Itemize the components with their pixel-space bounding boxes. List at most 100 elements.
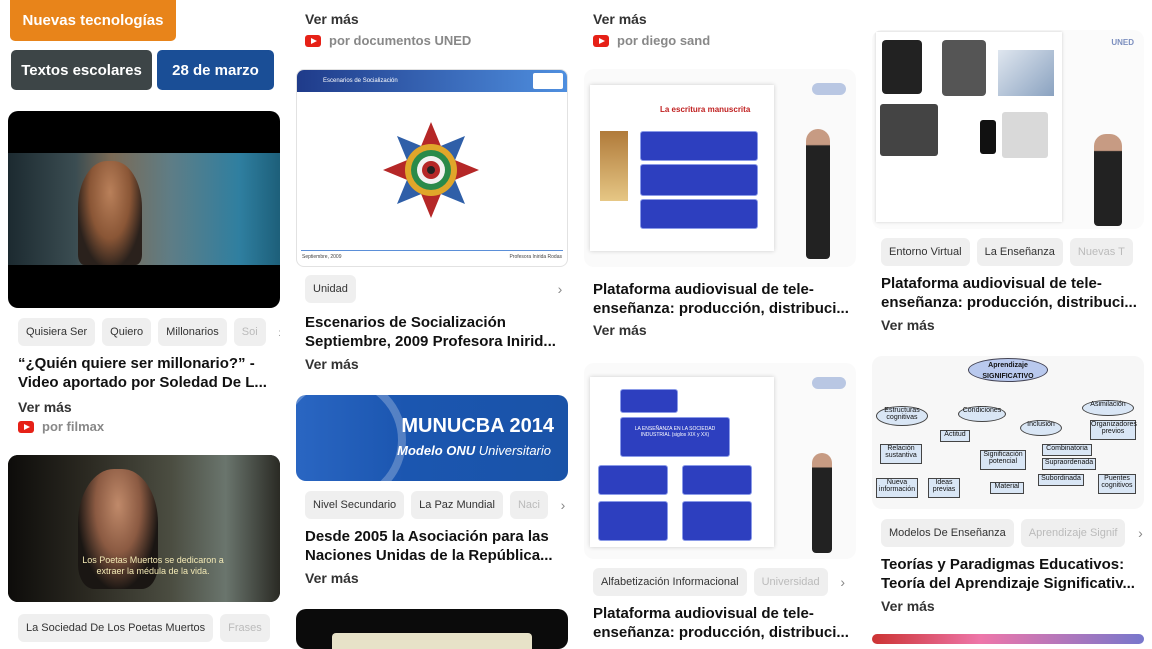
next-thumbnail[interactable] xyxy=(296,609,568,649)
banner-subtitle-bold: Modelo ONU xyxy=(397,443,476,458)
mandala-graphic xyxy=(383,122,479,218)
chevron-right-icon[interactable]: › xyxy=(835,568,851,596)
manuscript-image xyxy=(600,131,628,201)
concept-node: Condiciones xyxy=(958,406,1006,422)
banner-subtitle-rest: Universitario xyxy=(475,443,551,458)
concept-map-thumbnail[interactable]: Aprendizaje SIGNIFICATIVO Estructuras co… xyxy=(872,356,1144,509)
concept-node: Puentes cognitivos xyxy=(1098,474,1136,494)
video-thumbnail[interactable]: LA ENSEÑANZA EN LA SOCIEDAD INDUSTRIAL (… xyxy=(584,363,856,559)
un-emblem xyxy=(296,395,406,481)
tag-chip[interactable]: La Enseñanza xyxy=(976,238,1063,266)
chevron-right-icon[interactable]: › xyxy=(555,491,568,519)
tag-chip[interactable]: Modelos De Enseñanza xyxy=(881,519,1014,547)
tag-chip[interactable]: Entorno Virtual xyxy=(881,238,970,266)
concept-node: Material xyxy=(990,482,1024,494)
ver-mas-link[interactable]: Ver más xyxy=(593,322,647,338)
card-title[interactable]: Teorías y Paradigmas Educativos: Teoría … xyxy=(881,555,1144,593)
card-tags: Alfabetización Informacional Universidad… xyxy=(593,568,856,596)
next-thumbnail-content xyxy=(332,633,532,649)
card-tags: Entorno Virtual La Enseñanza Nuevas T › xyxy=(881,238,1144,266)
uned-logo xyxy=(812,83,846,95)
source-byline[interactable]: por documentos UNED xyxy=(305,33,471,48)
concept-map-root: Aprendizaje SIGNIFICATIVO xyxy=(968,358,1048,382)
presenter-figure xyxy=(1094,134,1122,226)
tag-28-de-marzo[interactable]: 28 de marzo xyxy=(157,50,274,90)
video-thumbnail[interactable]: La escritura manuscrita xyxy=(584,69,856,267)
card-title[interactable]: Plataforma audiovisual de tele-enseñanza… xyxy=(593,280,856,318)
slide-text-box xyxy=(598,465,668,495)
slide-text-box xyxy=(640,199,758,229)
slide-panel: LA ENSEÑANZA EN LA SOCIEDAD INDUSTRIAL (… xyxy=(590,377,774,547)
youtube-icon xyxy=(593,34,609,47)
ver-mas-link[interactable]: Ver más xyxy=(881,317,935,333)
slide-footer-left: Septiembre, 2009 xyxy=(302,254,342,260)
chevron-right-icon[interactable]: › xyxy=(1132,519,1144,547)
tag-chip[interactable]: Universidad xyxy=(753,568,828,596)
device-image xyxy=(980,120,996,154)
concept-node: Estructuras cognitivas xyxy=(876,406,928,426)
slide-text-box xyxy=(682,465,752,495)
card-title[interactable]: “¿Quién quiere ser millonario?” - Video … xyxy=(18,354,280,392)
tag-chip[interactable]: La Sociedad De Los Poetas Muertos xyxy=(18,614,214,642)
chevron-right-icon[interactable]: › xyxy=(277,614,280,642)
ver-mas-link[interactable]: Ver más xyxy=(593,11,647,27)
tag-chip[interactable]: Millonarios xyxy=(158,318,227,346)
card-tags: Nivel Secundario La Paz Mundial Naci › xyxy=(305,491,568,519)
youtube-icon xyxy=(18,420,34,433)
video-thumbnail[interactable]: Los Poetas Muertos se dedicaron a extrae… xyxy=(8,455,280,602)
source-byline[interactable]: por filmax xyxy=(18,419,104,434)
card-title[interactable]: Plataforma audiovisual de tele-enseñanza… xyxy=(881,274,1144,312)
video-thumbnail[interactable]: UNED xyxy=(872,30,1144,229)
boy-figure xyxy=(78,161,142,265)
tag-chip[interactable]: Unidad xyxy=(305,275,356,303)
tag-chip[interactable]: Nuevas T xyxy=(1069,238,1133,266)
ver-mas-link[interactable]: Ver más xyxy=(881,598,935,614)
concept-node: Relación sustantiva xyxy=(880,444,922,464)
ver-mas-link[interactable]: Ver más xyxy=(305,356,359,372)
concept-node: Combinatoria xyxy=(1042,444,1092,456)
tag-chip[interactable]: Frases xyxy=(220,614,270,642)
video-thumbnail[interactable] xyxy=(8,111,280,308)
concept-node: Inclusión xyxy=(1020,420,1062,436)
ver-mas-link[interactable]: Ver más xyxy=(305,11,359,27)
banner-subtitle: Modelo ONU Universitario xyxy=(374,443,551,458)
source-byline[interactable]: por diego sand xyxy=(593,33,710,48)
card-tags: Modelos De Enseñanza Aprendizaje Signif … xyxy=(881,519,1144,547)
presenter-figure xyxy=(812,453,832,553)
ver-mas-link[interactable]: Ver más xyxy=(305,570,359,586)
video-frame xyxy=(8,153,280,265)
next-thumbnail[interactable] xyxy=(872,634,1144,644)
slide-footer-rule xyxy=(301,250,563,251)
tag-chip[interactable]: La Paz Mundial xyxy=(411,491,503,519)
card-title[interactable]: Escenarios de Socialización Septiembre, … xyxy=(305,313,568,351)
ver-mas-link[interactable]: Ver más xyxy=(18,399,72,415)
chevron-right-icon[interactable]: › xyxy=(1140,238,1144,266)
card-title[interactable]: Desde 2005 la Asociación para las Nacion… xyxy=(305,527,568,565)
chevron-right-icon[interactable]: › xyxy=(273,318,280,346)
chevron-right-icon[interactable]: › xyxy=(552,275,568,303)
card2-tags: La Sociedad De Los Poetas Muertos Frases… xyxy=(18,614,280,642)
concept-node: Ideas previas xyxy=(928,478,960,498)
tag-chip[interactable]: Quiero xyxy=(102,318,152,346)
tag-chip[interactable]: Aprendizaje Signif xyxy=(1020,519,1126,547)
slide-text-box xyxy=(640,164,758,196)
document-thumbnail[interactable]: Escenarios de Socialización Septiembre, … xyxy=(296,69,568,267)
tag-textos-escolares[interactable]: Textos escolares xyxy=(11,50,152,90)
tag-chip[interactable]: Alfabetización Informacional xyxy=(593,568,747,596)
device-image xyxy=(998,50,1054,96)
tag-nuevas-tecnologias[interactable]: Nuevas tecnologías xyxy=(10,0,176,41)
tag-chip[interactable]: Soi xyxy=(233,318,266,346)
card-title[interactable]: Plataforma audiovisual de tele-enseñanza… xyxy=(593,604,856,642)
slide-header-text: Escenarios de Socialización xyxy=(323,78,398,84)
tag-chip[interactable]: Naci xyxy=(509,491,548,519)
youtube-icon xyxy=(305,34,321,47)
concept-node: Significación potencial xyxy=(980,450,1026,470)
banner-thumbnail[interactable]: MUNUCBA 2014 Modelo ONU Universitario xyxy=(296,395,568,481)
device-image xyxy=(880,104,938,156)
tag-chip[interactable]: Nivel Secundario xyxy=(305,491,405,519)
slide-logo xyxy=(533,73,563,89)
card-tags: Unidad › xyxy=(305,275,568,303)
presenter-figure xyxy=(806,129,830,259)
slide-panel: La escritura manuscrita xyxy=(590,85,774,251)
tag-chip[interactable]: Quisiera Ser xyxy=(18,318,96,346)
